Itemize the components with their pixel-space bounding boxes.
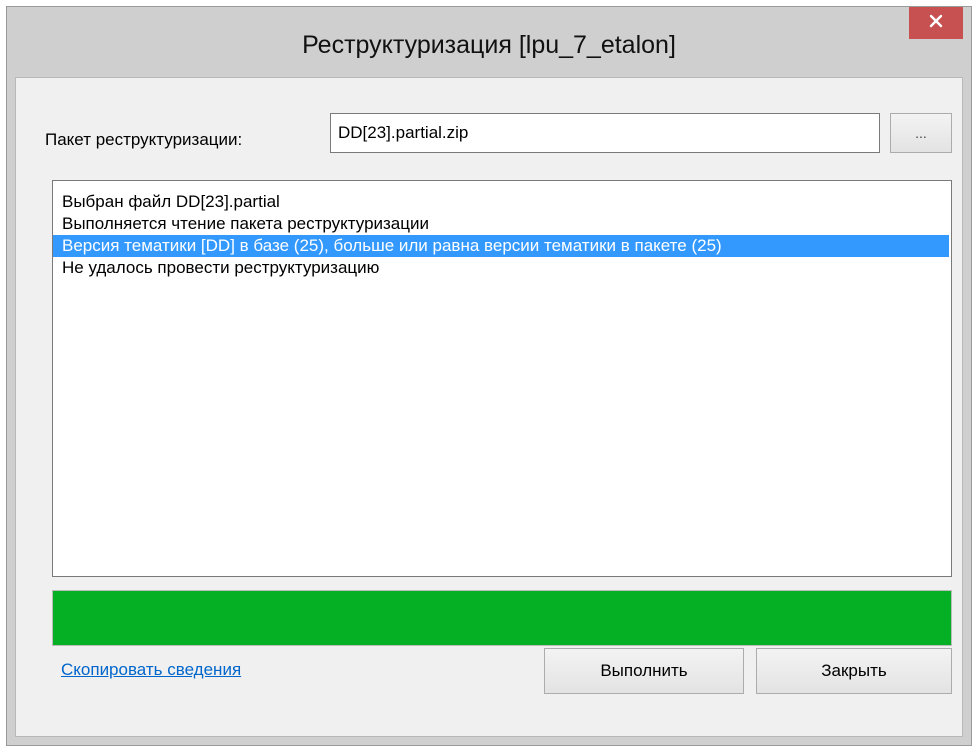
log-item-selected[interactable]: Версия тематики [DD] в базе (25), больше… (53, 235, 949, 257)
progress-bar (52, 590, 952, 646)
close-icon (928, 13, 944, 34)
window-title: Реструктуризация [lpu_7_etalon] (302, 31, 676, 59)
log-list[interactable]: Выбран файл DD[23].partial Выполняется ч… (52, 180, 952, 577)
dialog-body: Пакет реструктуризации: ... Выбран файл … (15, 77, 963, 737)
package-label: Пакет реструктуризации: (45, 130, 243, 149)
log-item[interactable]: Выполняется чтение пакета реструктуризац… (53, 213, 951, 235)
run-button[interactable]: Выполнить (544, 648, 744, 694)
copy-details-link[interactable]: Скопировать сведения (61, 660, 241, 680)
restructure-dialog: Реструктуризация [lpu_7_etalon] Пакет ре… (6, 6, 972, 746)
title-bar[interactable]: Реструктуризация [lpu_7_etalon] (7, 7, 971, 77)
progress-fill (53, 591, 951, 645)
close-window-button[interactable] (909, 7, 963, 39)
close-button[interactable]: Закрыть (756, 648, 952, 694)
package-path-input[interactable] (330, 113, 880, 153)
browse-button[interactable]: ... (890, 113, 952, 153)
log-item[interactable]: Не удалось провести реструктуризацию (53, 257, 951, 279)
log-item[interactable]: Выбран файл DD[23].partial (53, 191, 951, 213)
